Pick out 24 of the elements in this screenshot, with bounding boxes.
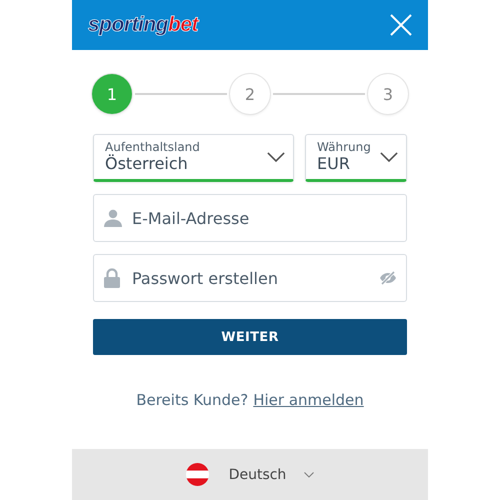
language-selector[interactable]: Deutsch: [228, 466, 286, 482]
flag-icon: [186, 463, 209, 486]
select-field[interactable]: Aufenthaltsland Österreich: [93, 134, 294, 182]
field-value: EUR: [317, 154, 351, 174]
close-button[interactable]: [390, 14, 412, 36]
login-link[interactable]: Hier anmelden: [253, 391, 364, 409]
user-icon: [104, 209, 122, 227]
sportingbet-logo: sportingbet: [88, 13, 198, 37]
step-circle: 3: [368, 74, 408, 114]
input-field[interactable]: E-Mail-Adresse: [93, 194, 407, 242]
login-prompt: Bereits Kunde?: [136, 391, 248, 409]
chevron-down-icon: [380, 152, 398, 162]
select-field[interactable]: Währung EUR: [305, 134, 407, 182]
eye-slash-icon[interactable]: [379, 271, 397, 285]
step-circle: 1: [92, 74, 132, 114]
chevron-down-icon: [267, 152, 286, 162]
step-circle: 2: [230, 74, 270, 114]
input-field[interactable]: Passwort erstellen: [93, 254, 407, 302]
caret-icon: [304, 472, 314, 478]
field-label: Währung: [317, 140, 371, 154]
continue-button[interactable]: WEITER: [93, 319, 407, 355]
field-value: Österreich: [105, 154, 189, 174]
lock-icon: [104, 268, 120, 288]
field-label: Aufenthaltsland: [105, 140, 200, 154]
